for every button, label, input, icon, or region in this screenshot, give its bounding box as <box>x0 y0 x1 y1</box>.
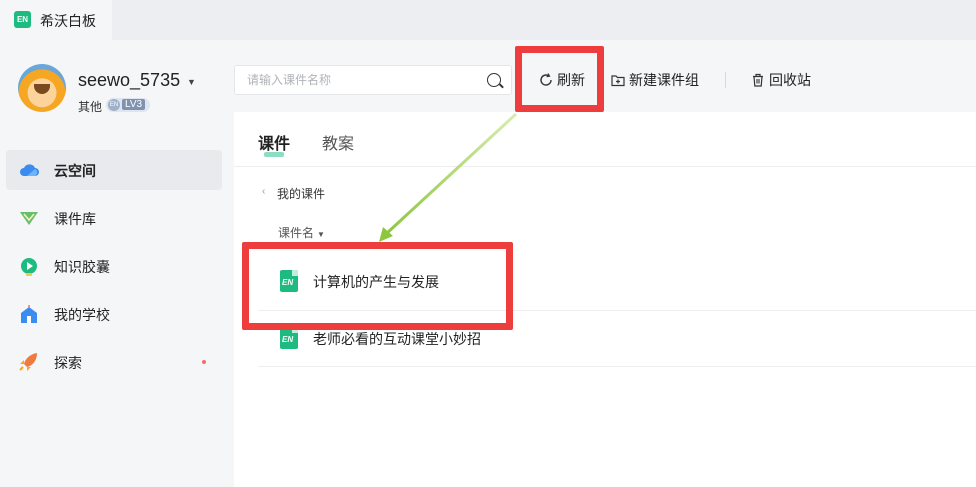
annotation-arrow <box>379 112 518 242</box>
